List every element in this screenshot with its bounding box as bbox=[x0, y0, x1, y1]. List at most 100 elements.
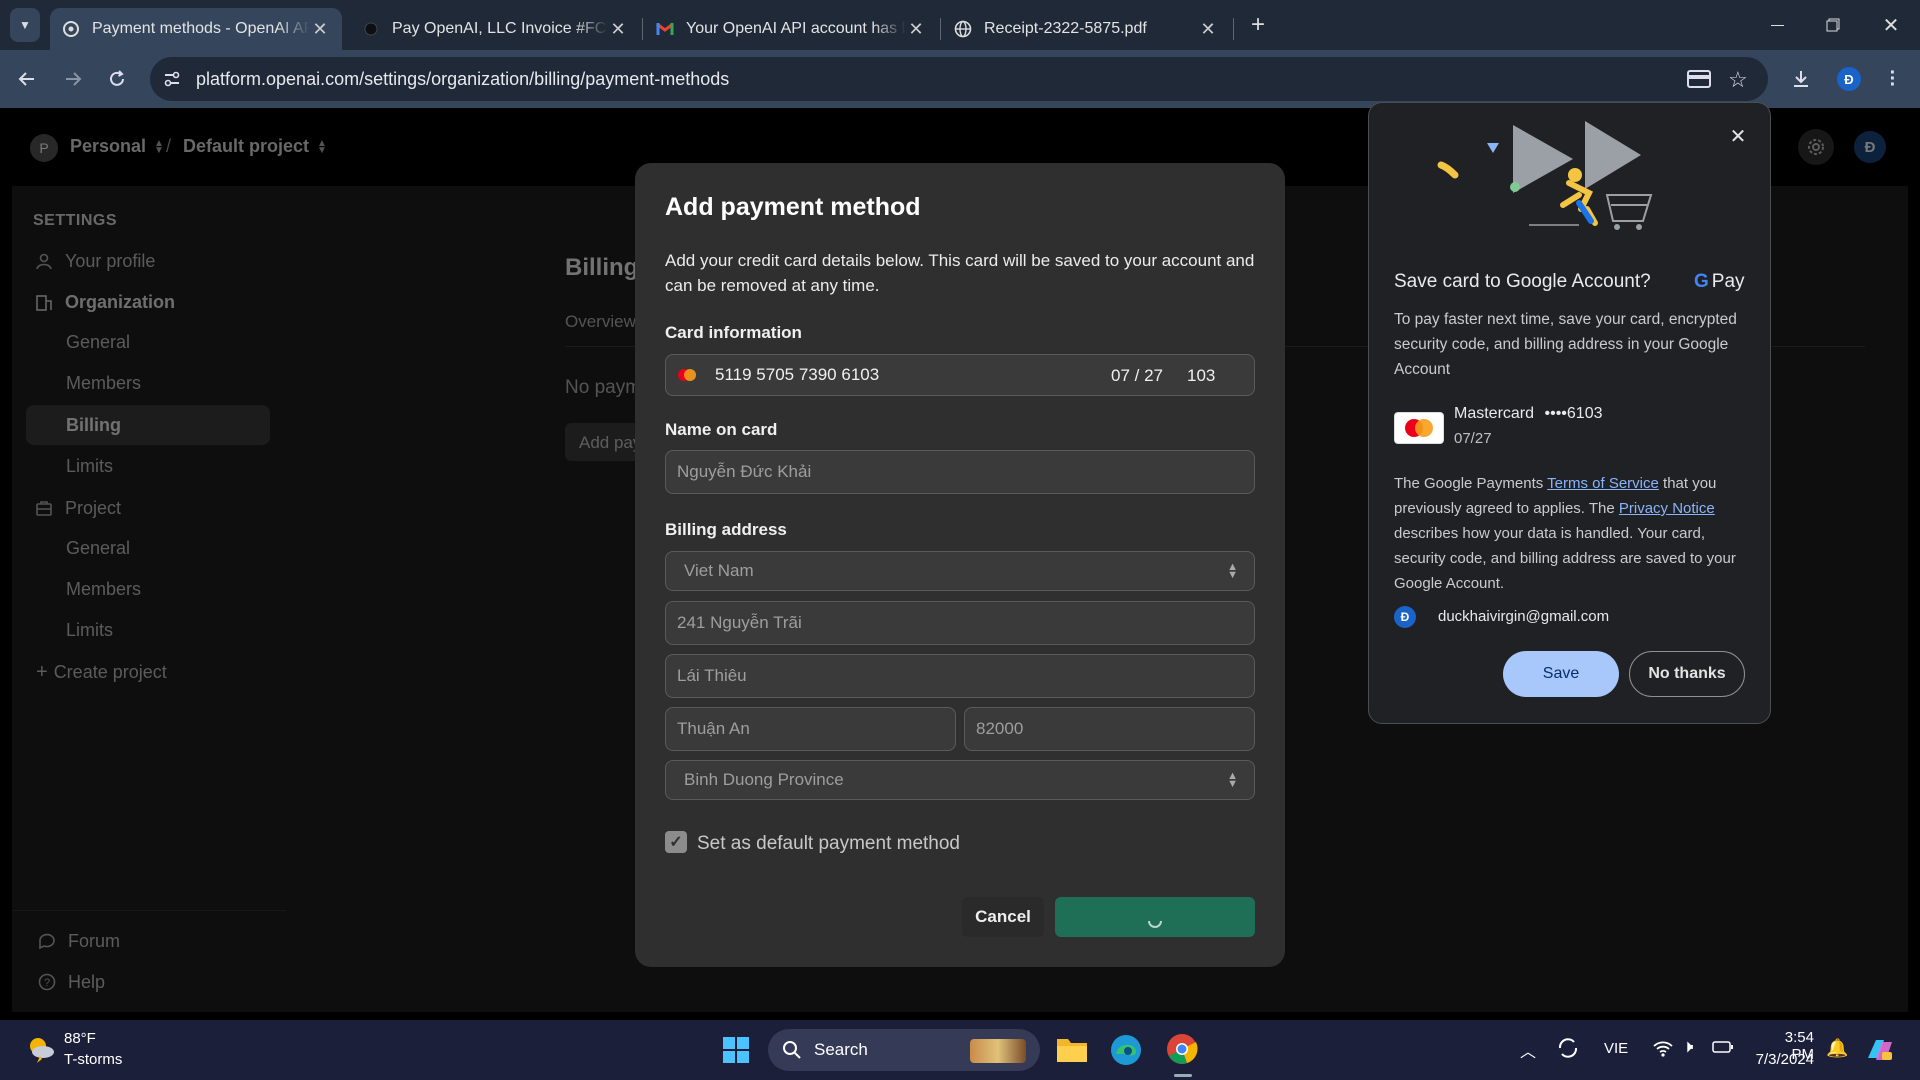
address-bar[interactable]: platform.openai.com/settings/organizatio… bbox=[150, 57, 1768, 101]
search-label: Search bbox=[814, 1040, 868, 1059]
edge-icon[interactable] bbox=[1110, 1034, 1142, 1066]
volume-muted-icon[interactable]: 🕨 bbox=[1682, 1036, 1693, 1057]
file-explorer-icon[interactable] bbox=[1056, 1035, 1088, 1065]
name-on-card-input[interactable]: Nguyễn Đức Khải bbox=[665, 450, 1255, 494]
site-info-icon[interactable] bbox=[162, 69, 182, 89]
name-on-card-value: Nguyễn Đức Khải bbox=[677, 462, 812, 481]
tab-invoice[interactable]: Pay OpenAI, LLC Invoice #FCB0E ✕ bbox=[350, 8, 640, 50]
downloads-button[interactable] bbox=[1786, 64, 1816, 94]
tab-gmail[interactable]: Your OpenAI API account has been ✕ bbox=[644, 8, 938, 50]
chevron-up-icon[interactable]: ︿ bbox=[1520, 1038, 1536, 1062]
card-brand-label: Mastercard ••••6103 bbox=[1454, 405, 1602, 423]
sync-icon[interactable] bbox=[1556, 1036, 1580, 1060]
tab-title: Your OpenAI API account has been bbox=[686, 20, 906, 37]
wifi-icon[interactable] bbox=[1652, 1038, 1674, 1058]
notification-bell-icon[interactable]: 🔔 bbox=[1826, 1038, 1848, 1059]
city-input[interactable]: Thuận An bbox=[665, 707, 956, 751]
cancel-button[interactable]: Cancel bbox=[962, 897, 1044, 937]
name-on-card-label: Name on card bbox=[665, 420, 778, 439]
minimize-icon bbox=[1770, 24, 1784, 26]
terms-of-service-link[interactable]: Terms of Service bbox=[1547, 475, 1659, 492]
weather-desc[interactable]: T-storms bbox=[64, 1051, 122, 1068]
tab-payment-methods[interactable]: Payment methods - OpenAI API ✕ bbox=[50, 8, 342, 50]
card-expiry: 07/27 bbox=[1454, 430, 1492, 447]
chrome-active-indicator bbox=[1174, 1074, 1192, 1077]
country-select[interactable]: Viet Nam ▲ ▼ bbox=[665, 551, 1255, 591]
card-info-field[interactable]: 5119 5705 7390 6103 07 / 27 103 bbox=[665, 354, 1255, 396]
cancel-label: Cancel bbox=[975, 907, 1031, 926]
card-number-input[interactable]: 5119 5705 7390 6103 bbox=[715, 365, 879, 385]
address-line2-input[interactable]: Lái Thiêu bbox=[665, 654, 1255, 698]
postal-code-value: 82000 bbox=[976, 719, 1024, 738]
url-text: platform.openai.com/settings/organizatio… bbox=[196, 68, 730, 89]
forward-button[interactable] bbox=[58, 64, 88, 94]
reload-button[interactable] bbox=[102, 64, 132, 94]
gpay-save-card-popup: ✕ Save card to Google Account? G Pay To … bbox=[1368, 102, 1771, 724]
weather-icon[interactable] bbox=[26, 1034, 56, 1064]
account-avatar: Đ bbox=[1394, 606, 1416, 628]
weather-temp[interactable]: 88°F bbox=[64, 1030, 96, 1047]
tab-title: Pay OpenAI, LLC Invoice #FCB0E bbox=[392, 20, 608, 37]
restore-button[interactable] bbox=[1818, 10, 1848, 40]
windows-start-icon[interactable] bbox=[722, 1036, 750, 1064]
openai-favicon-icon bbox=[362, 20, 380, 38]
tab-separator bbox=[940, 18, 941, 40]
legal-text-part: The Google Payments bbox=[1394, 475, 1548, 492]
clock-date[interactable]: 7/3/2024 bbox=[1746, 1051, 1814, 1068]
popup-intro-text: To pay faster next time, save your card,… bbox=[1394, 311, 1737, 378]
province-value: Binh Duong Province bbox=[684, 770, 844, 789]
minimize-button[interactable] bbox=[1762, 10, 1792, 40]
no-thanks-button[interactable]: No thanks bbox=[1629, 651, 1745, 697]
mastercard-icon bbox=[1405, 419, 1433, 437]
popup-title: Save card to Google Account? bbox=[1394, 271, 1651, 292]
tab-search-button[interactable]: ▼ bbox=[10, 8, 40, 42]
privacy-notice-link[interactable]: Privacy Notice bbox=[1619, 500, 1715, 517]
no-thanks-label: No thanks bbox=[1648, 665, 1726, 682]
profile-button[interactable]: Đ bbox=[1834, 64, 1864, 94]
chevron-down-icon: ▼ bbox=[19, 18, 31, 32]
chrome-icon[interactable] bbox=[1165, 1032, 1201, 1068]
copilot-icon[interactable] bbox=[1864, 1034, 1896, 1066]
arrow-left-icon bbox=[18, 72, 34, 86]
search-highlight-image bbox=[970, 1039, 1026, 1063]
browser-tab-strip: ▼ Payment methods - OpenAI API ✕ Pay Ope… bbox=[0, 0, 1920, 50]
default-payment-label: Set as default payment method bbox=[697, 833, 960, 854]
chevron-updown-icon: ▲ ▼ bbox=[1227, 770, 1238, 790]
card-icon[interactable] bbox=[1687, 69, 1711, 89]
default-payment-checkbox[interactable]: ✓ bbox=[665, 831, 687, 853]
address-line1-input[interactable]: 241 Nguyễn Trãi bbox=[665, 601, 1255, 645]
openai-favicon-icon bbox=[62, 20, 80, 38]
bookmark-star-icon[interactable]: ☆ bbox=[1728, 67, 1748, 93]
language-indicator[interactable]: VIE bbox=[1604, 1040, 1628, 1057]
close-window-button[interactable]: ✕ bbox=[1876, 10, 1906, 40]
card-expiry-input[interactable]: 07 / 27 bbox=[1111, 366, 1163, 386]
close-icon[interactable]: ✕ bbox=[310, 19, 330, 40]
submit-button[interactable] bbox=[1055, 897, 1255, 937]
close-icon[interactable]: ✕ bbox=[608, 19, 628, 40]
mastercard-icon bbox=[677, 368, 697, 382]
close-icon: ✕ bbox=[1729, 125, 1747, 148]
card-cvc-input[interactable]: 103 bbox=[1187, 366, 1215, 386]
tab-receipt-pdf[interactable]: Receipt-2322-5875.pdf ✕ bbox=[942, 8, 1230, 50]
province-select[interactable]: Binh Duong Province ▲ ▼ bbox=[665, 760, 1255, 800]
back-button[interactable] bbox=[12, 64, 42, 94]
save-card-button[interactable]: Save bbox=[1503, 651, 1619, 697]
download-icon bbox=[1794, 71, 1808, 87]
close-icon: ✕ bbox=[1882, 14, 1900, 37]
battery-icon[interactable] bbox=[1712, 1039, 1734, 1055]
postal-code-input[interactable]: 82000 bbox=[964, 707, 1255, 751]
add-payment-modal: Add payment method Add your credit card … bbox=[635, 163, 1285, 967]
taskbar-search-box[interactable]: Search bbox=[768, 1029, 1040, 1071]
close-icon[interactable]: ✕ bbox=[1198, 19, 1218, 40]
close-popup-button[interactable]: ✕ bbox=[1725, 123, 1751, 149]
reload-icon bbox=[110, 70, 124, 86]
browser-menu-button[interactable]: · · · bbox=[1878, 63, 1908, 95]
checkmark-icon: ✓ bbox=[669, 834, 683, 851]
new-tab-button[interactable]: + bbox=[1243, 10, 1273, 40]
windows-taskbar: 88°F T-storms Search ︿ VIE 🕨 3:54 PM 7/3… bbox=[0, 1020, 1920, 1080]
close-icon[interactable]: ✕ bbox=[906, 19, 926, 40]
chevron-updown-icon: ▲ ▼ bbox=[1227, 561, 1238, 581]
city-value: Thuận An bbox=[677, 719, 750, 738]
gpay-logo: G Pay bbox=[1694, 271, 1745, 293]
mastercard-card-art bbox=[1394, 412, 1444, 444]
